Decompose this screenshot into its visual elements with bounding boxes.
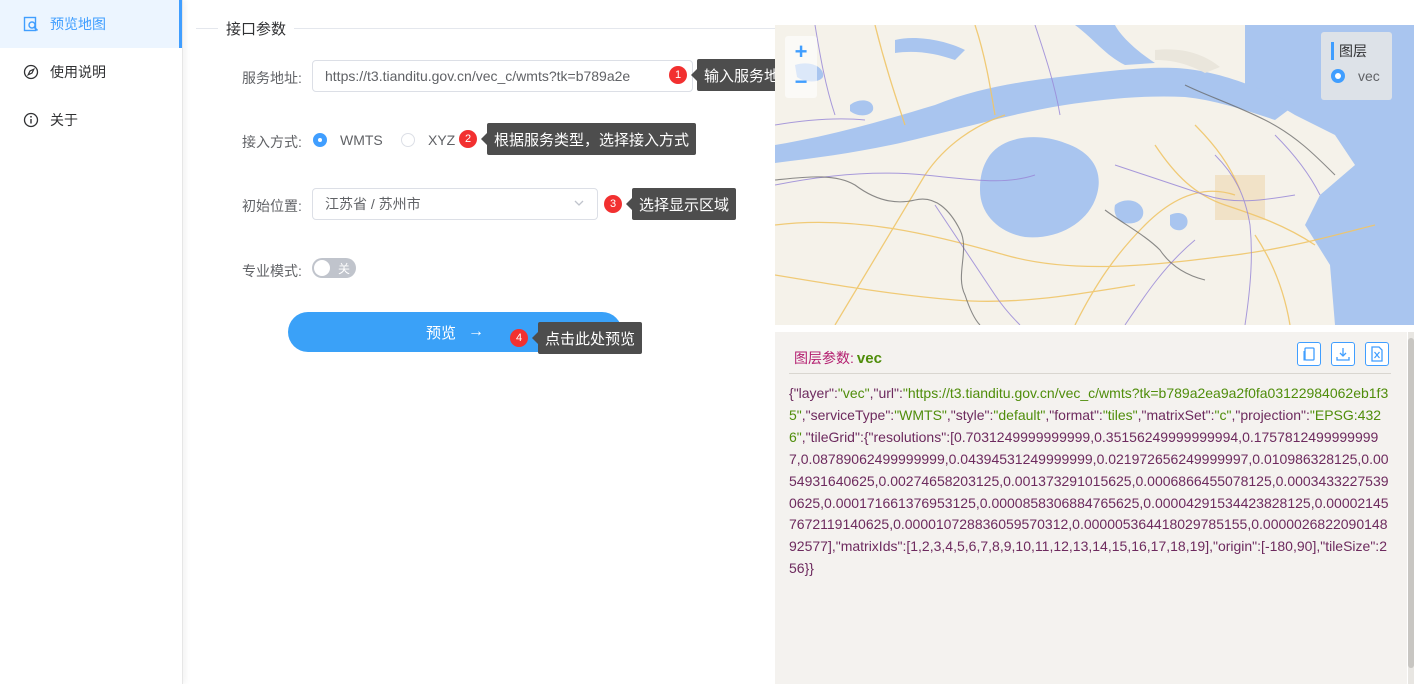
annotation-tip-3: 选择显示区域 [625,188,737,220]
radio-wmts[interactable]: WMTS [313,132,383,148]
annotation-badge-2: 2 [459,130,477,148]
params-title: 图层参数: [794,350,854,366]
radio-label: WMTS [340,132,383,148]
zoom-out-button[interactable]: − [785,68,817,96]
annotation-badge-4: 4 [510,329,528,347]
service-url-label: 服务地址: [242,70,302,86]
params-scrollbar[interactable] [1408,332,1414,684]
pro-mode-label: 专业模式: [242,263,302,279]
layers-title: 图层 [1331,42,1367,60]
scrollbar-thumb[interactable] [1408,338,1414,668]
annotation-tip-4: 点击此处预览 [531,322,643,354]
annotation-badge-1: 1 [669,66,687,84]
chevron-down-icon [573,196,585,212]
initial-location-select[interactable]: 江苏省 / 苏州市 [312,188,598,220]
access-mode-label: 接入方式: [242,134,302,150]
initial-location-label: 初始位置: [242,198,302,214]
annotation-tip-2: 根据服务类型，选择接入方式 [480,123,697,155]
zoom-control: + − [785,36,817,98]
copy-icon [1303,347,1315,361]
switch-text: 关 [337,261,350,276]
download-button[interactable] [1331,342,1355,366]
params-divider [789,373,1391,374]
sidebar-item-preview-map[interactable]: 预览地图 [0,0,182,48]
download-icon [1336,348,1350,361]
radio-dot [313,133,327,147]
zoom-in-button[interactable]: + [785,38,817,66]
sidebar-item-about[interactable]: 关于 [0,96,182,144]
sidebar-item-label: 关于 [50,112,78,128]
radio-xyz[interactable]: XYZ [401,132,455,148]
export-file-icon [1371,346,1383,362]
switch-knob [314,260,330,276]
sidebar-item-label: 使用说明 [50,64,106,80]
radio-label: XYZ [428,132,456,148]
arrow-right-icon: → [468,323,484,340]
sidebar-item-label: 预览地图 [50,16,106,32]
layer-option-vec[interactable]: vec [1331,68,1380,84]
service-url-input[interactable]: https://t3.tianditu.gov.cn/vec_c/wmts?tk… [312,60,693,92]
initial-location-value: 江苏省 / 苏州市 [325,196,421,212]
preview-button-label: 预览 [425,324,456,342]
radio-dot [401,133,415,147]
sidebar: 预览地图 使用说明 关于 [0,0,183,684]
compass-icon [22,63,40,81]
layer-option-label: vec [1358,68,1380,84]
info-icon [22,111,40,129]
sidebar-item-instructions[interactable]: 使用说明 [0,48,182,96]
params-layer-name: vec [856,350,882,367]
pro-mode-switch[interactable]: 关 [312,258,356,278]
section-title: 接口参数 [218,18,295,39]
layer-params-panel: 图层参数: vec {"layer":"vec","url":"https://t… [775,332,1407,684]
params-json: {"layer":"vec","url":"https://t3.tiandit… [789,385,1389,577]
map-view[interactable] [775,25,1414,325]
map-search-icon [22,15,40,33]
layer-switcher: 图层 vec [1321,32,1392,100]
export-file-button[interactable] [1365,342,1389,366]
params-header: 图层参数: vec [794,348,882,368]
service-url-value: https://t3.tianditu.gov.cn/vec_c/wmts?tk… [325,68,631,84]
map-tiles [775,25,1414,325]
radio-dot [1331,69,1345,83]
annotation-badge-3: 3 [604,195,622,213]
copy-button[interactable] [1297,342,1321,366]
